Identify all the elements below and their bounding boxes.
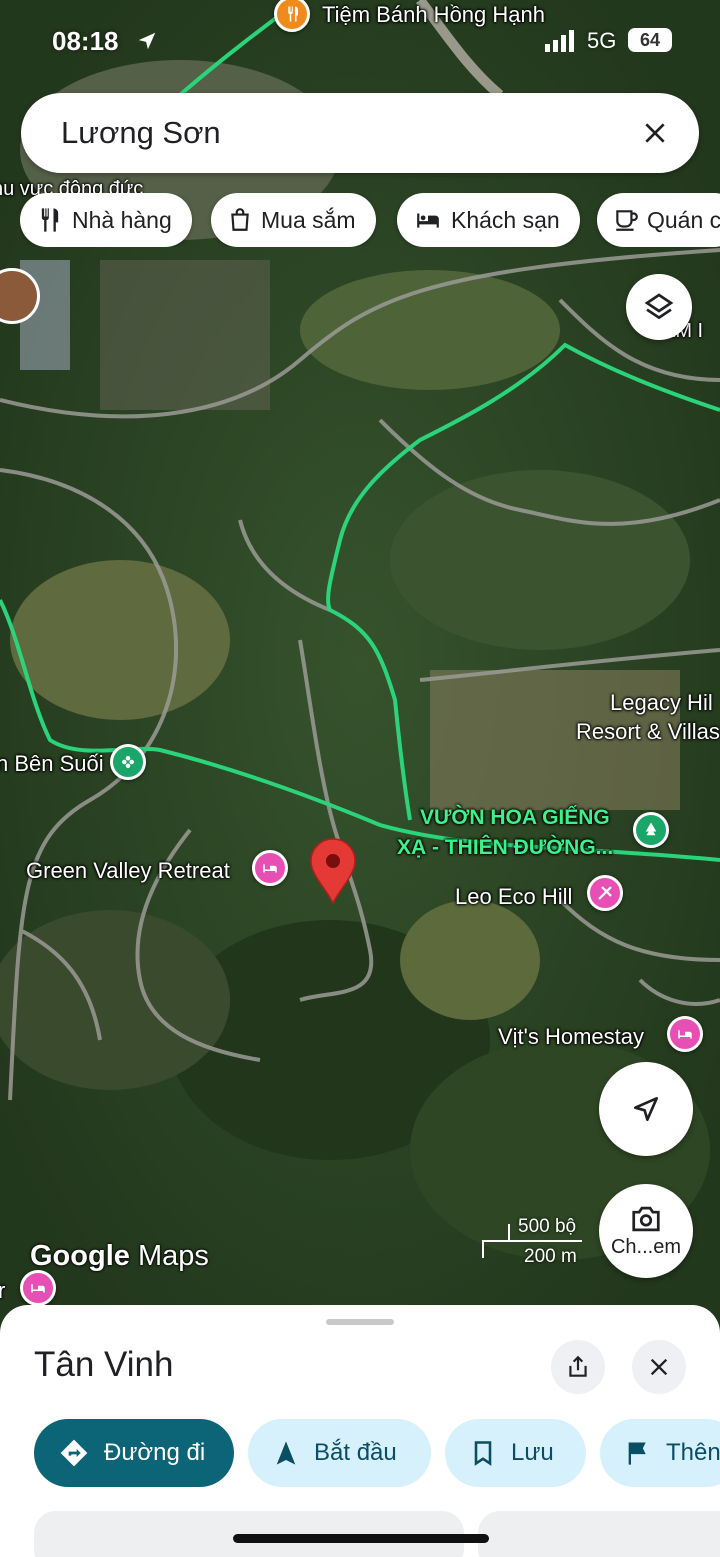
camera-search-button[interactable]: Ch...em xyxy=(599,1184,693,1278)
chip-restaurants[interactable]: Nhà hàng xyxy=(20,193,192,247)
place-bottom-sheet[interactable]: Tân Vinh Đường đi Bắt đầu Lưu Thên xyxy=(0,1305,720,1557)
map-scale: 500 bộ 200 m xyxy=(482,1216,602,1267)
camera-icon xyxy=(632,1206,660,1231)
action-label: Thên xyxy=(666,1439,720,1466)
place-title: Tân Vinh xyxy=(34,1345,174,1384)
search-bar[interactable]: Lương Sơn xyxy=(21,93,699,173)
map-label-garden-1[interactable]: VƯỜN HOA GIẾNG xyxy=(420,806,610,830)
restaurant-icon xyxy=(41,208,59,232)
hotel-icon xyxy=(417,213,439,228)
map-label-leo-eco[interactable]: Leo Eco Hill xyxy=(455,884,572,910)
action-label: Bắt đầu xyxy=(314,1439,397,1466)
map-label-green-valley[interactable]: Green Valley Retreat xyxy=(26,858,230,884)
map-label-vits-homestay[interactable]: Vịt's Homestay xyxy=(498,1024,644,1050)
homestay-pin-icon[interactable] xyxy=(667,1016,703,1052)
close-icon xyxy=(650,1358,668,1376)
chip-label: Khách sạn xyxy=(451,206,560,233)
app-root: Tiệm Bánh Hồng Hạnh hu vực động đức AM I… xyxy=(0,0,720,1557)
chip-shopping[interactable]: Mua sắm xyxy=(211,193,376,247)
home-indicator[interactable] xyxy=(233,1534,489,1543)
search-query[interactable]: Lương Sơn xyxy=(61,115,221,151)
clear-search-button[interactable] xyxy=(633,111,677,155)
share-icon xyxy=(569,1355,587,1377)
my-location-button[interactable] xyxy=(599,1062,693,1156)
bookmark-icon xyxy=(474,1441,492,1466)
map-label-garden-2[interactable]: XẠ - THIÊN ĐƯỜNG... xyxy=(397,836,613,860)
network-type: 5G xyxy=(587,28,617,53)
add-label-button[interactable]: Thên xyxy=(600,1419,720,1487)
flag-icon xyxy=(628,1442,646,1465)
action-label: Đường đi xyxy=(104,1439,206,1466)
share-button[interactable] xyxy=(551,1340,605,1394)
chip-label: Quán c xyxy=(647,206,720,233)
attraction-pin-icon[interactable] xyxy=(110,744,146,780)
chip-cafes[interactable]: Quán c xyxy=(597,193,720,247)
save-button[interactable]: Lưu xyxy=(445,1419,586,1487)
category-chips: Nhà hàng Mua sắm Khách sạn Quán c xyxy=(20,193,720,247)
location-arrow-icon xyxy=(138,32,156,50)
map-label-bottom-left: r xyxy=(0,1278,6,1303)
directions-icon xyxy=(60,1439,88,1467)
activity-pin-icon[interactable] xyxy=(587,875,623,911)
status-bar: 08:18 5G 64 xyxy=(0,22,720,62)
scale-metric: 200 m xyxy=(524,1246,577,1267)
chip-hotels[interactable]: Khách sạn xyxy=(397,193,580,247)
directions-button[interactable]: Đường đi xyxy=(34,1419,234,1487)
scale-imperial: 500 bộ xyxy=(518,1216,577,1237)
coffee-icon xyxy=(616,210,638,231)
sheet-drag-handle[interactable] xyxy=(326,1319,394,1325)
hotel-pin-bottom-icon[interactable] xyxy=(20,1270,56,1306)
chip-label: Mua sắm xyxy=(261,206,356,233)
map-label-ben-suoi[interactable]: n Bên Suối xyxy=(0,751,104,777)
action-label: Lưu xyxy=(511,1439,554,1466)
camera-label: Ch...em xyxy=(610,1235,682,1258)
photo-card[interactable] xyxy=(478,1511,720,1557)
map-label-legacy-2[interactable]: Resort & Villas xyxy=(576,719,720,745)
navigation-outline-icon xyxy=(634,1097,658,1121)
close-sheet-button[interactable] xyxy=(632,1340,686,1394)
navigation-arrow-icon xyxy=(276,1441,296,1465)
map-label-legacy-1[interactable]: Legacy Hil xyxy=(610,690,713,716)
close-icon xyxy=(645,123,665,143)
layers-icon xyxy=(644,293,674,320)
battery-icon: 64 xyxy=(628,28,672,52)
map-layers-button[interactable] xyxy=(626,274,692,340)
status-time: 08:18 xyxy=(52,26,119,56)
chip-label: Nhà hàng xyxy=(72,206,172,233)
start-button[interactable]: Bắt đầu xyxy=(248,1419,431,1487)
hotel-pin-icon[interactable] xyxy=(252,850,288,886)
signal-icon xyxy=(545,30,574,52)
google-maps-logo: Google Maps xyxy=(30,1240,209,1272)
shopping-bag-icon xyxy=(231,208,249,231)
park-pin-icon[interactable] xyxy=(633,812,669,848)
